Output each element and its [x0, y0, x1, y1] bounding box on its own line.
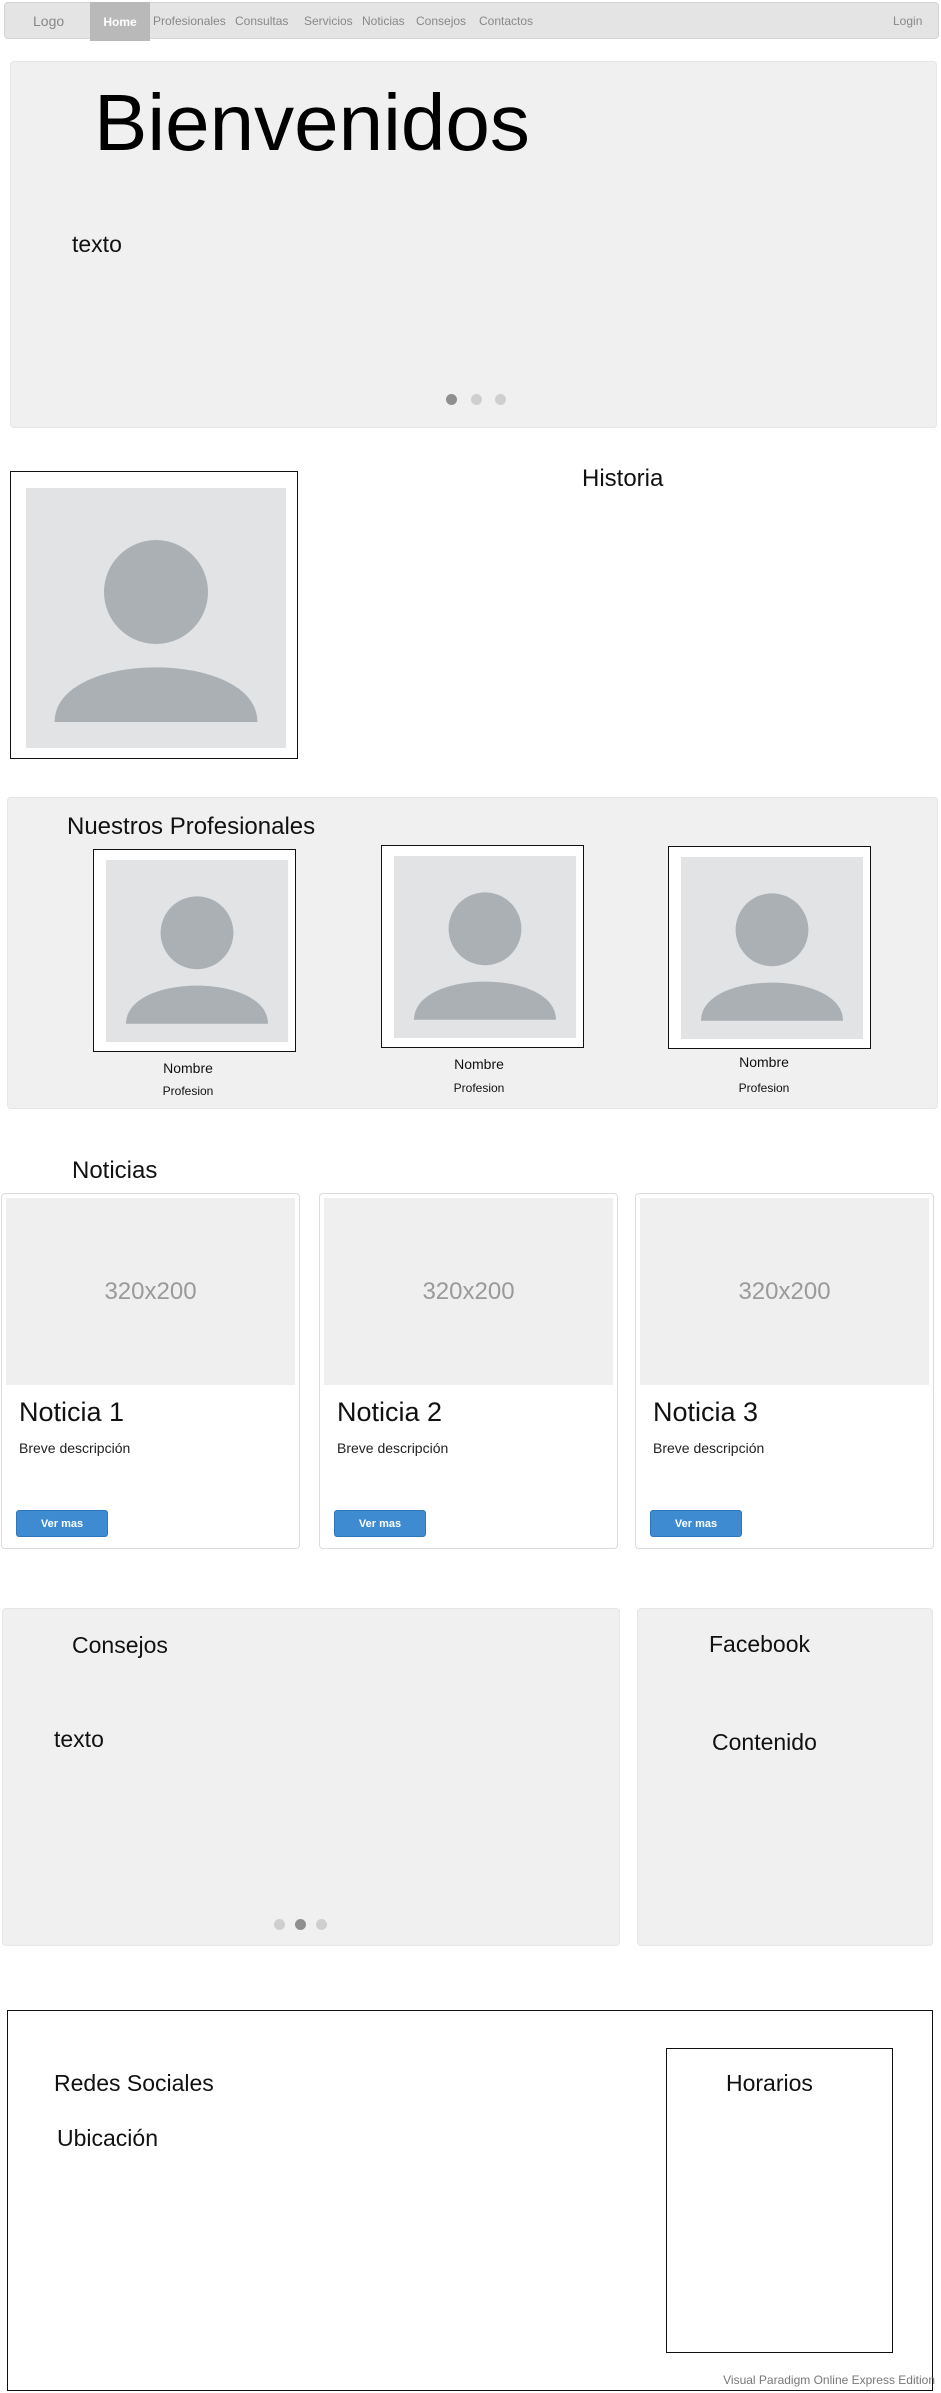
- tips-carousel-dot-2[interactable]: [295, 1919, 306, 1930]
- facebook-title: Facebook: [709, 1631, 811, 1657]
- professional-1-role: Profesion: [162, 1084, 214, 1098]
- nav-item-consejos[interactable]: Consejos: [416, 14, 466, 28]
- news-card-2-description: Breve descripción: [337, 1440, 449, 1456]
- news-card-1-image: 320x200: [6, 1198, 295, 1385]
- nav-item-profesionales[interactable]: Profesionales: [153, 14, 226, 28]
- professional-2-name: Nombre: [454, 1056, 504, 1072]
- footer-hours: Horarios: [726, 2070, 813, 2096]
- news-title: Noticias: [72, 1157, 158, 1184]
- nav-item-consultas[interactable]: Consultas: [235, 14, 288, 28]
- news-card-2-button[interactable]: Ver mas: [334, 1510, 426, 1537]
- tips-title: Consejos: [72, 1632, 168, 1658]
- footer-social: Redes Sociales: [54, 2070, 214, 2096]
- facebook-panel: [637, 1608, 933, 1946]
- tips-carousel-dot-3[interactable]: [316, 1919, 327, 1930]
- watermark-bottom: Visual Paradigm Online Express Edition: [723, 2373, 935, 2387]
- user-placeholder-icon: [681, 857, 863, 1039]
- tips-text: texto: [54, 1726, 104, 1752]
- news-card-3-title: Noticia 3: [653, 1397, 759, 1427]
- professionals-title: Nuestros Profesionales: [67, 813, 316, 840]
- facebook-content: Contenido: [712, 1729, 817, 1755]
- hero-title: Bienvenidos: [94, 78, 530, 167]
- professional-2-role: Profesion: [453, 1081, 505, 1095]
- news-card-1-title: Noticia 1: [19, 1397, 125, 1427]
- history-title: Historia: [582, 465, 664, 492]
- nav-item-servicios[interactable]: Servicios: [304, 14, 353, 28]
- news-card-2-image: 320x200: [324, 1198, 613, 1385]
- professional-1-name: Nombre: [163, 1060, 213, 1076]
- login-link[interactable]: Login: [893, 14, 922, 28]
- user-placeholder-icon: [26, 488, 286, 748]
- news-card-3-image: 320x200: [640, 1198, 929, 1385]
- user-placeholder-icon: [106, 860, 288, 1042]
- professional-3-role: Profesion: [738, 1081, 790, 1095]
- news-card-1-button[interactable]: Ver mas: [16, 1510, 108, 1537]
- news-card-3-button[interactable]: Ver mas: [650, 1510, 742, 1537]
- hero-carousel-dot-1[interactable]: [446, 394, 457, 405]
- hero-carousel-dot-3[interactable]: [495, 394, 506, 405]
- footer-location: Ubicación: [57, 2125, 158, 2151]
- user-placeholder-icon: [394, 856, 576, 1038]
- nav-item-noticias[interactable]: Noticias: [362, 14, 405, 28]
- tips-carousel-dot-1[interactable]: [274, 1919, 285, 1930]
- news-card-3-description: Breve descripción: [653, 1440, 765, 1456]
- news-card-1-description: Breve descripción: [19, 1440, 131, 1456]
- news-card-2-title: Noticia 2: [337, 1397, 443, 1427]
- hero-carousel-dot-2[interactable]: [471, 394, 482, 405]
- nav-logo[interactable]: Logo: [33, 13, 64, 29]
- nav-item-contactos[interactable]: Contactos: [479, 14, 533, 28]
- nav-item-home[interactable]: Home: [90, 2, 150, 41]
- hero-text: texto: [72, 231, 122, 257]
- professional-3-name: Nombre: [739, 1054, 789, 1070]
